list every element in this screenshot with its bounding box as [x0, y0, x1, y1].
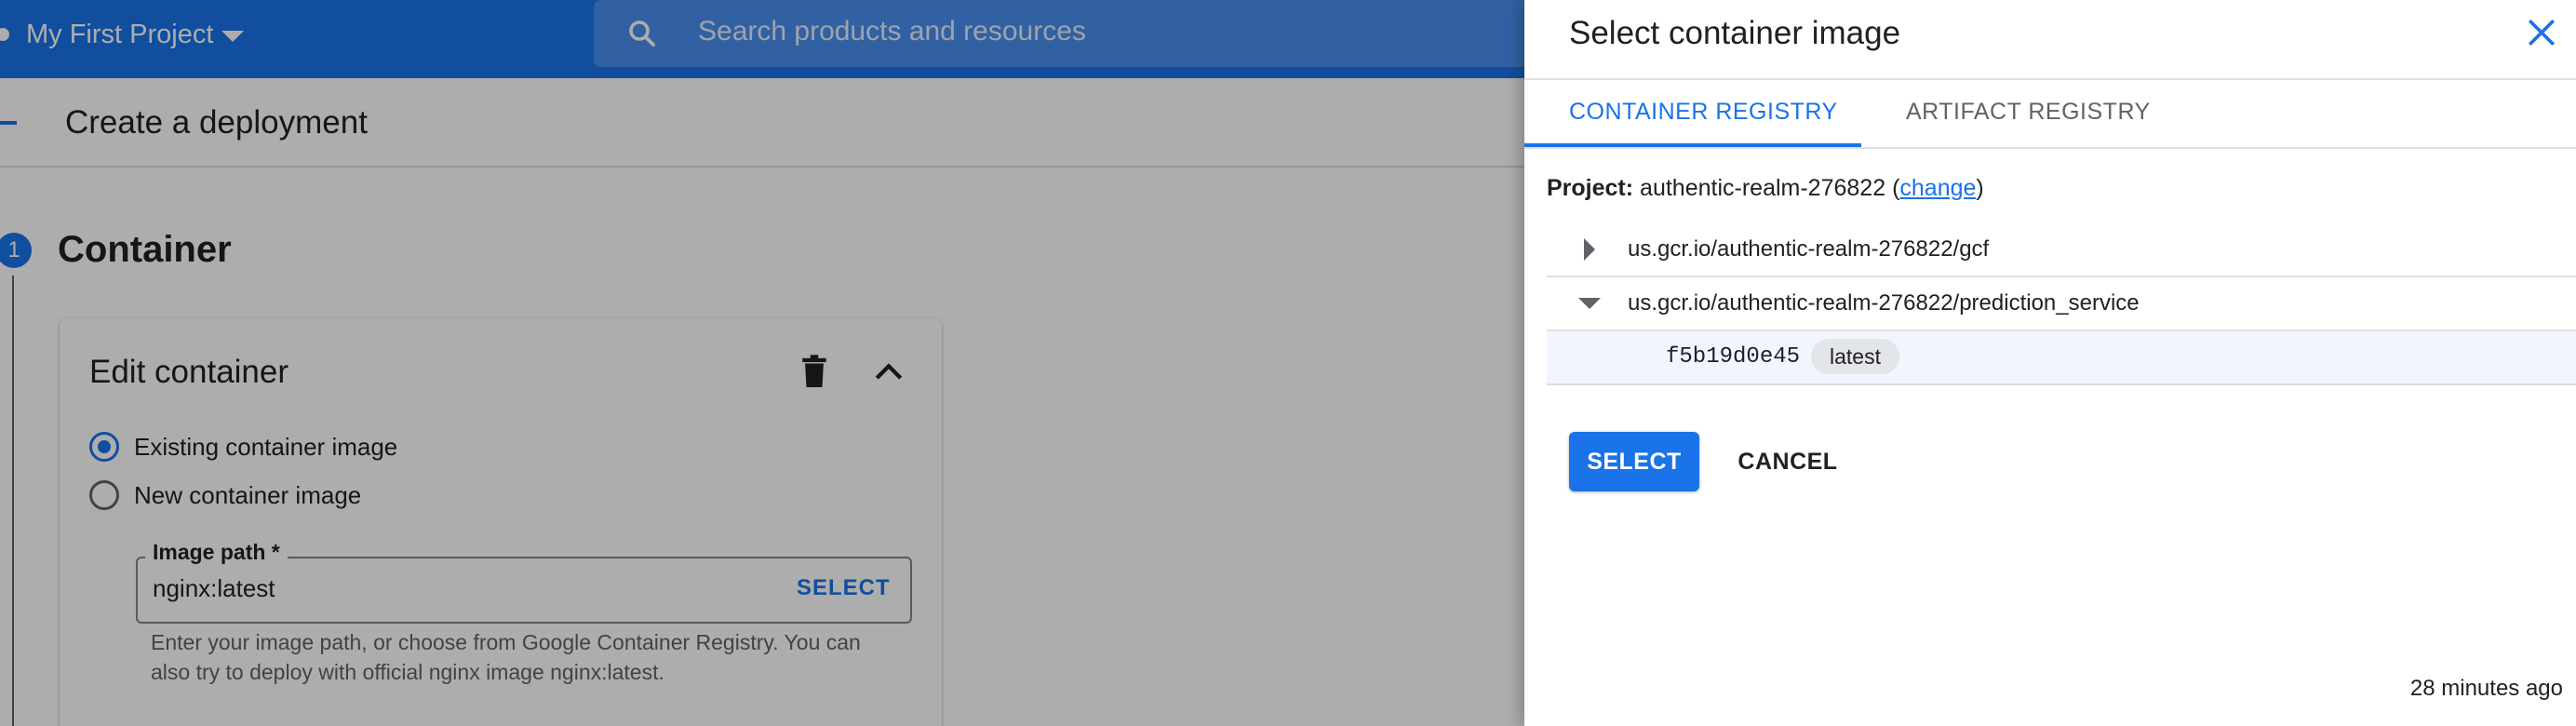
tab-artifact-registry[interactable]: ARTIFACT REGISTRY: [1906, 99, 2151, 126]
paren-close: ): [1976, 175, 1984, 201]
repository-path[interactable]: us.gcr.io/authentic-realm-276822/gcf: [1628, 236, 1989, 262]
project-row: Project: authentic-realm-276822 (change): [1547, 175, 1984, 202]
project-label: Project:: [1547, 175, 1634, 201]
close-icon[interactable]: [2526, 17, 2557, 48]
image-tag-chip: latest: [1811, 339, 1899, 374]
change-project-link[interactable]: change: [1899, 175, 1976, 201]
panel-title: Select container image: [1569, 15, 1901, 51]
modal-scrim[interactable]: [0, 0, 1526, 726]
divider: [1524, 78, 2576, 80]
project-id: authentic-realm-276822: [1640, 175, 1886, 201]
image-age: 28 minutes ago: [2409, 676, 2563, 701]
select-button[interactable]: SELECT: [1569, 432, 1699, 491]
cancel-button[interactable]: CANCEL: [1725, 432, 1850, 491]
image-digest: f5b19d0e45: [1666, 344, 1801, 370]
caret-right-icon[interactable]: [1584, 238, 1595, 261]
divider: [1524, 147, 2576, 149]
caret-down-icon[interactable]: [1578, 298, 1601, 309]
repository-path[interactable]: us.gcr.io/authentic-realm-276822/predict…: [1628, 290, 2140, 316]
tab-container-registry[interactable]: CONTAINER REGISTRY: [1569, 99, 1838, 126]
